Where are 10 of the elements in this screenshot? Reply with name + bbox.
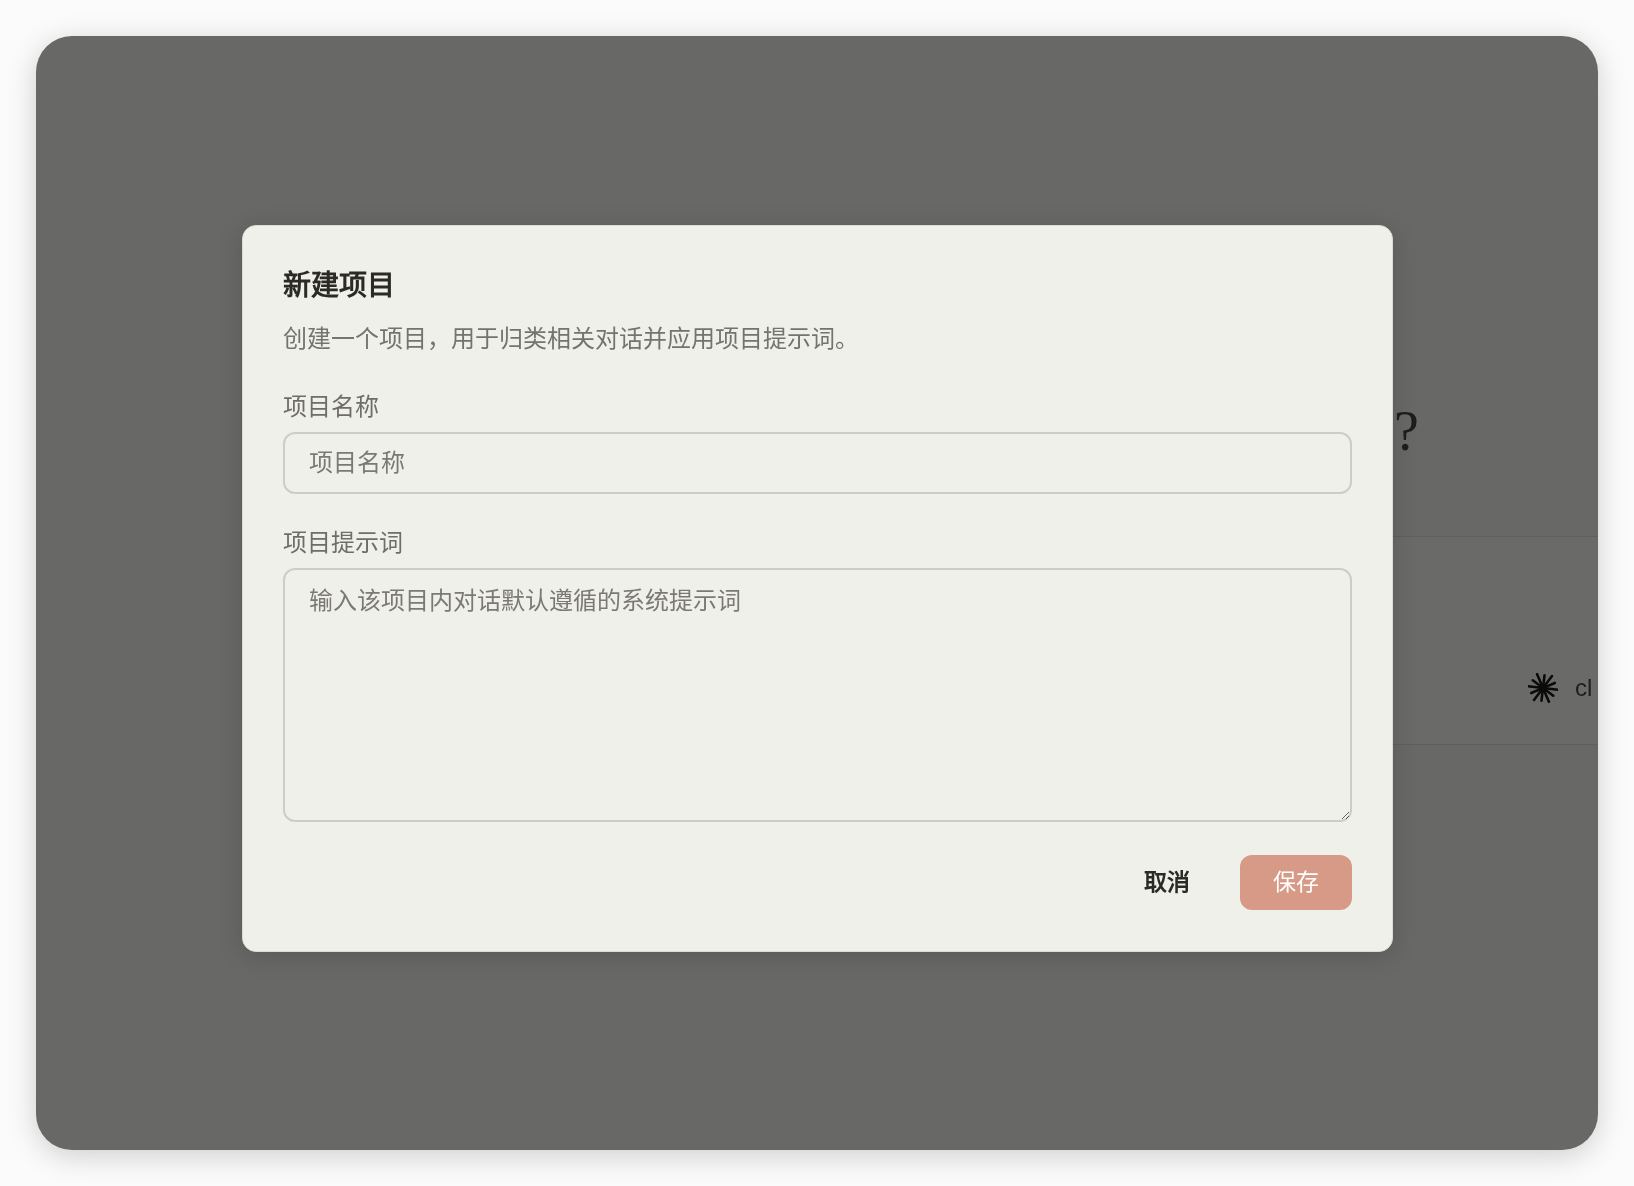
project-prompt-field[interactable]: 输入该项目内对话默认遵循的系统提示词 [282,568,1352,822]
dialog-description: 创建一个项目，用于归类相关对话并应用项目提示词。 [282,325,860,353]
cancel-button[interactable]: 取消 [1123,855,1210,910]
card-text: cl [1575,673,1593,703]
field-label: 项目名称 [282,393,380,421]
sparkle-icon [1528,673,1558,703]
dialog-title: 新建项目 [282,269,396,303]
greeting-heading: ? [1393,400,1420,462]
field-label: 项目提示词 [282,529,404,557]
project-name-field[interactable]: 项目名称 [282,432,1352,494]
